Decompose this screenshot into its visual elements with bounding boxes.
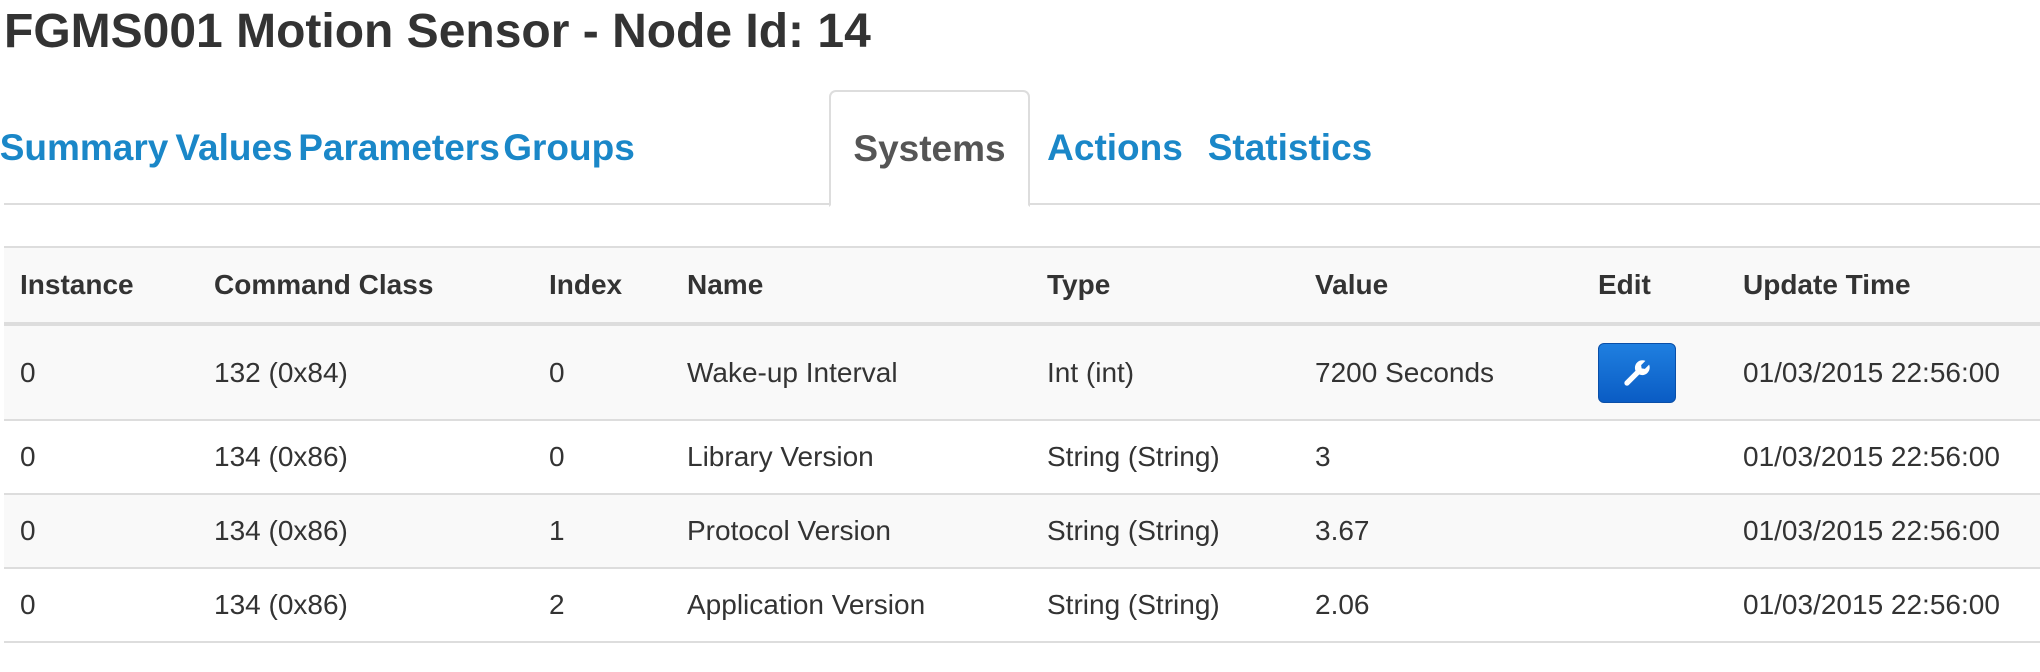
cell-name: Wake-up Interval — [671, 324, 1031, 421]
cell-type: String (String) — [1031, 494, 1299, 569]
wrench-icon — [1624, 359, 1650, 386]
cell-name: Application Version — [671, 568, 1031, 643]
tab-statistics[interactable]: Statistics — [1200, 90, 1380, 205]
cell-type: String (String) — [1031, 568, 1299, 643]
cell-update-time: 01/03/2015 22:56:00 — [1727, 324, 2040, 421]
cell-type: Int (int) — [1031, 324, 1299, 421]
tab-values[interactable]: Values — [174, 90, 294, 205]
node-tabs: Summary Values Parameters Groups Systems… — [0, 90, 2040, 207]
table-row: 0 134 (0x86) 0 Library Version String (S… — [4, 420, 2040, 495]
cell-index: 1 — [533, 494, 671, 569]
cell-edit — [1582, 494, 1727, 569]
cell-edit — [1582, 568, 1727, 643]
header-name: Name — [671, 248, 1031, 326]
cell-edit — [1582, 324, 1727, 421]
cell-index: 0 — [533, 420, 671, 495]
tab-systems[interactable]: Systems — [829, 90, 1030, 207]
cell-update-time: 01/03/2015 22:56:00 — [1727, 420, 2040, 495]
cell-command-class: 134 (0x86) — [198, 568, 533, 643]
cell-value: 3 — [1299, 420, 1582, 495]
systems-table-container: Instance Command Class Index Name Type V… — [4, 246, 2040, 643]
cell-value: 7200 Seconds — [1299, 324, 1582, 421]
cell-value: 2.06 — [1299, 568, 1582, 643]
tab-actions[interactable]: Actions — [1040, 90, 1190, 205]
cell-update-time: 01/03/2015 22:56:00 — [1727, 568, 2040, 643]
cell-instance: 0 — [4, 568, 198, 643]
tab-summary[interactable]: Summary — [0, 90, 168, 205]
cell-instance: 0 — [4, 420, 198, 495]
cell-name: Protocol Version — [671, 494, 1031, 569]
cell-command-class: 132 (0x84) — [198, 324, 533, 421]
header-command-class: Command Class — [198, 248, 533, 326]
header-instance: Instance — [4, 248, 198, 326]
header-index: Index — [533, 248, 671, 326]
header-edit: Edit — [1582, 248, 1727, 326]
cell-command-class: 134 (0x86) — [198, 420, 533, 495]
tab-parameters[interactable]: Parameters — [298, 90, 500, 205]
tab-groups[interactable]: Groups — [503, 90, 635, 205]
cell-index: 0 — [533, 324, 671, 421]
header-update-time: Update Time — [1727, 248, 2040, 326]
cell-instance: 0 — [4, 324, 198, 421]
cell-command-class: 134 (0x86) — [198, 494, 533, 569]
edit-button[interactable] — [1598, 342, 1676, 403]
cell-update-time: 01/03/2015 22:56:00 — [1727, 494, 2040, 569]
page-title: FGMS001 Motion Sensor - Node Id: 14 — [4, 5, 871, 58]
cell-instance: 0 — [4, 494, 198, 569]
cell-name: Library Version — [671, 420, 1031, 495]
cell-index: 2 — [533, 568, 671, 643]
cell-value: 3.67 — [1299, 494, 1582, 569]
table-row: 0 132 (0x84) 0 Wake-up Interval Int (int… — [4, 324, 2040, 421]
header-type: Type — [1031, 248, 1299, 326]
table-header-row: Instance Command Class Index Name Type V… — [4, 248, 2040, 326]
header-value: Value — [1299, 248, 1582, 326]
cell-edit — [1582, 420, 1727, 495]
table-row: 0 134 (0x86) 1 Protocol Version String (… — [4, 494, 2040, 569]
table-row: 0 134 (0x86) 2 Application Version Strin… — [4, 568, 2040, 643]
cell-type: String (String) — [1031, 420, 1299, 495]
systems-table: Instance Command Class Index Name Type V… — [4, 248, 2040, 643]
